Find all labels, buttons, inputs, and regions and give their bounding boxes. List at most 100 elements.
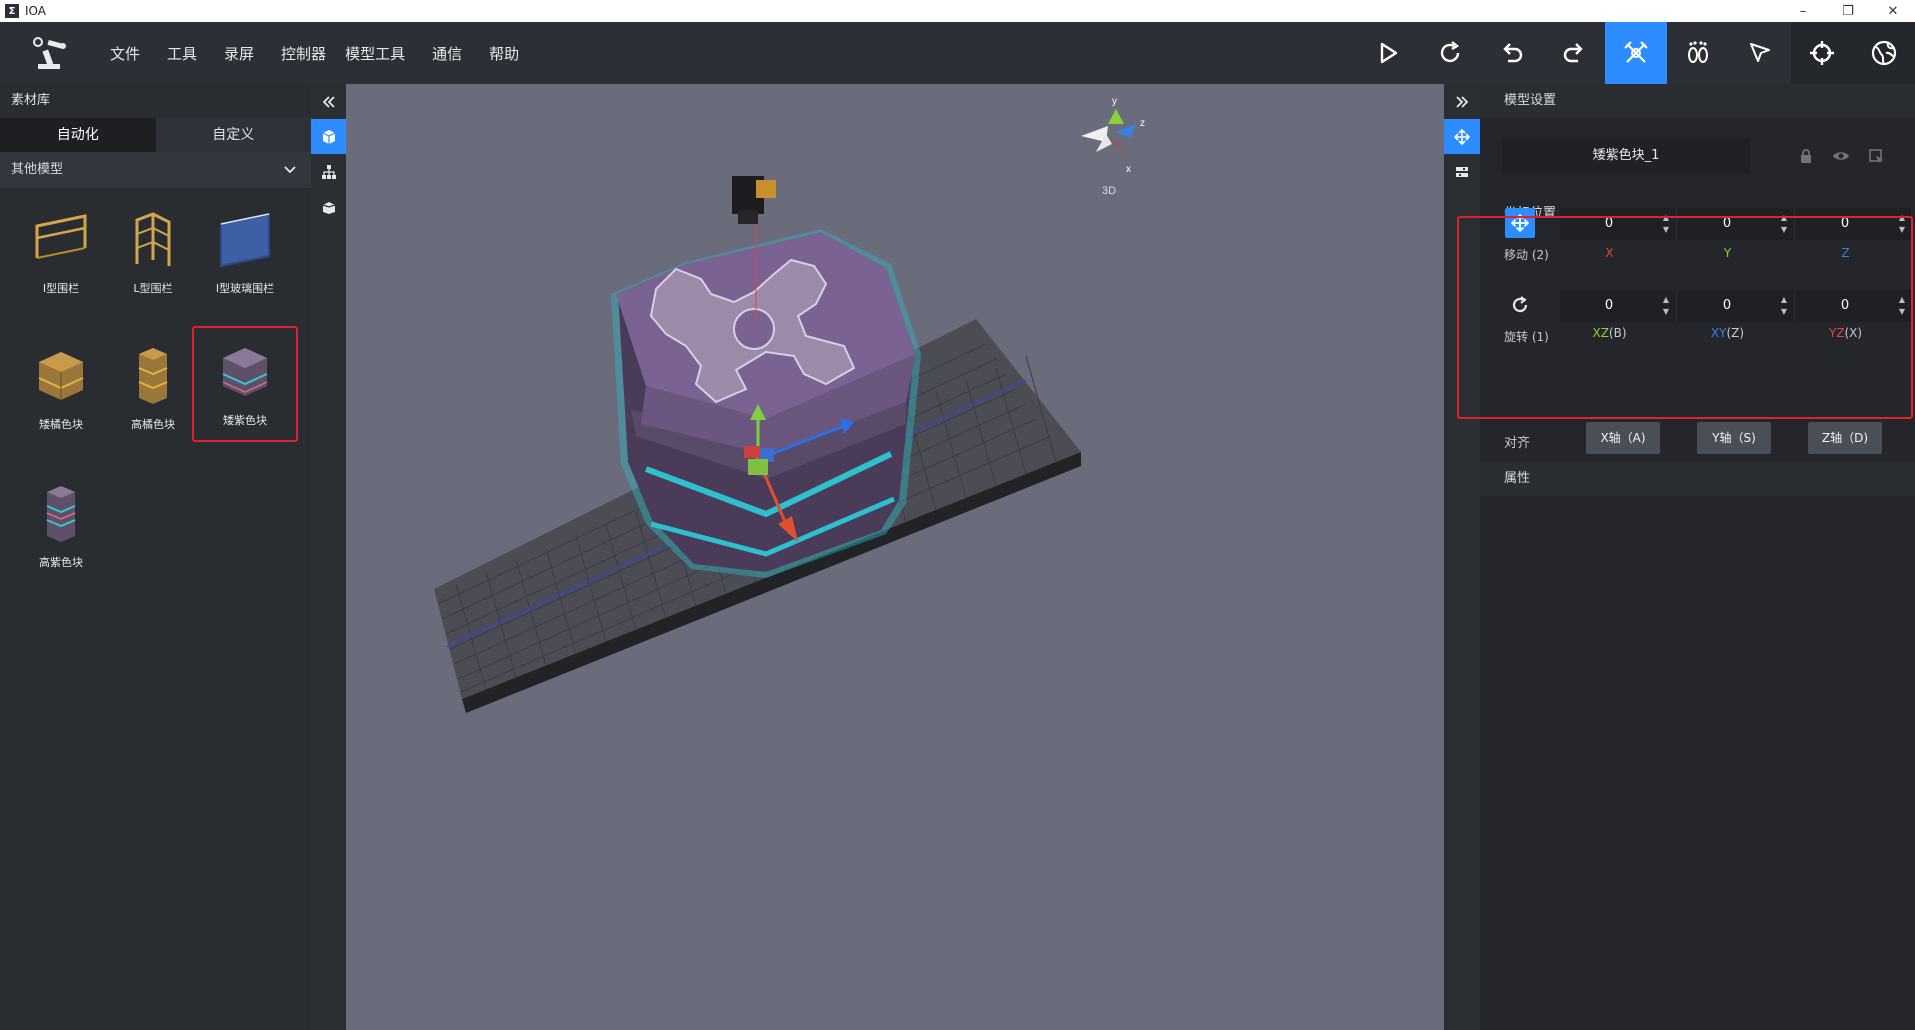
- minimize-button[interactable]: –: [1783, 0, 1823, 22]
- redo-button[interactable]: [1543, 22, 1605, 84]
- crosshair-icon: [1810, 41, 1834, 65]
- eye-icon[interactable]: [1832, 148, 1850, 164]
- asset-glass-fence[interactable]: I型玻璃围栏: [202, 196, 288, 314]
- menu-controller[interactable]: 控制器: [281, 43, 326, 64]
- menu-help[interactable]: 帮助: [489, 43, 519, 64]
- left-side-toolbar: [311, 84, 346, 1030]
- asset-tall-orange-block[interactable]: 高橘色块: [110, 332, 196, 450]
- tab-automation[interactable]: 自动化: [0, 118, 156, 152]
- ioa-logo-icon: Σ: [5, 4, 19, 18]
- model-view-button[interactable]: [311, 119, 346, 154]
- redo-icon: [1563, 43, 1583, 63]
- robot-arm-button[interactable]: [1605, 22, 1667, 84]
- align-z-button[interactable]: Z轴（D): [1808, 422, 1882, 454]
- rotate-yz-input[interactable]: 0 ▲ ▼: [1796, 290, 1911, 322]
- rotate-xy-input[interactable]: 0 ▲ ▼: [1678, 290, 1793, 322]
- transform-panel-button[interactable]: [1444, 119, 1480, 154]
- collapse-right-button[interactable]: [1444, 84, 1480, 119]
- pointer-icon: [1750, 43, 1770, 62]
- short-orange-block-icon: [38, 352, 84, 400]
- refresh-icon: [1440, 41, 1460, 63]
- asset-library-panel: 素材库 自动化 自定义 其他模型 I型围栏 L型围栏 I型玻璃围栏 矮橘色块 高…: [0, 84, 311, 1030]
- axis-x-label: X: [1605, 246, 1614, 260]
- rotate-label: 旋转 (1): [1504, 330, 1549, 344]
- rotate-xz-input[interactable]: 0 ▲ ▼: [1560, 290, 1675, 322]
- restore-button[interactable]: ❐: [1828, 0, 1868, 22]
- align-y-button[interactable]: Y轴（S): [1697, 422, 1771, 454]
- scene-canvas[interactable]: y z x 3D: [346, 84, 1444, 1030]
- crosshair-button[interactable]: [1791, 22, 1853, 84]
- attributes-title: 属性: [1480, 462, 1915, 496]
- chevron-down-icon: [284, 166, 296, 174]
- window-title: IOA: [25, 4, 46, 18]
- axis-gizmo[interactable]: y z x 3D: [1081, 96, 1145, 197]
- menu-record[interactable]: 录屏: [224, 43, 254, 64]
- move-x-input[interactable]: 0 ▲ ▼: [1560, 208, 1675, 240]
- refresh-button[interactable]: [1419, 22, 1481, 84]
- 3d-viewport[interactable]: y z x 3D: [346, 84, 1444, 1030]
- align-label: 对齐: [1504, 436, 1531, 451]
- select-box-icon[interactable]: [1868, 148, 1884, 164]
- model-name-field[interactable]: 矮紫色块_1: [1502, 138, 1750, 174]
- rotate-icon: [1512, 296, 1528, 313]
- boxes-icon: [322, 201, 335, 214]
- axis-z-label: Z: [1841, 246, 1850, 260]
- axis-yz-label: YZ(X): [1828, 326, 1863, 340]
- library-title: 素材库: [11, 93, 51, 108]
- short-purple-block-icon: [222, 348, 268, 396]
- move-y-input[interactable]: 0 ▲ ▼: [1678, 208, 1793, 240]
- axis-xy-label: XY(Z): [1710, 326, 1745, 340]
- right-side-toolbar: [1444, 84, 1480, 1030]
- axis-y-label: Y: [1723, 246, 1732, 260]
- robot-logo-icon: [33, 37, 66, 69]
- axis-xz-label: XZ(B): [1592, 326, 1627, 340]
- menu-bar: 文件 工具 录屏 控制器 模型工具 通信 帮助: [0, 22, 1915, 84]
- globe-button[interactable]: [1853, 22, 1915, 84]
- robot-arm-icon: [1624, 41, 1648, 63]
- boxes-button[interactable]: [311, 189, 346, 224]
- menu-model-tools[interactable]: 模型工具: [345, 43, 405, 64]
- tall-purple-block-icon: [46, 486, 76, 542]
- asset-short-orange-block[interactable]: 矮橘色块: [18, 332, 104, 450]
- sliders-icon: [1456, 166, 1468, 177]
- model-settings-panel: 模型设置 矮紫色块_1 坐标位置 移动 (2) 0▲▼ 0▲▼ 0▲▼ X Y …: [1480, 84, 1915, 1030]
- align-x-button[interactable]: X轴（A): [1586, 422, 1660, 454]
- rotate-mode-button[interactable]: [1505, 290, 1535, 320]
- footprint-button[interactable]: [1667, 22, 1729, 84]
- close-button[interactable]: ✕: [1873, 0, 1913, 22]
- menu-file[interactable]: 文件: [110, 43, 140, 64]
- pointer-button[interactable]: [1729, 22, 1791, 84]
- tall-orange-block-icon: [138, 348, 168, 404]
- hierarchy-button[interactable]: [311, 154, 346, 189]
- undo-button[interactable]: [1481, 22, 1543, 84]
- menu-tools[interactable]: 工具: [167, 43, 197, 64]
- settings-panel-button[interactable]: [1444, 154, 1480, 189]
- globe-icon: [1871, 40, 1897, 66]
- move-label: 移动 (2): [1504, 248, 1549, 262]
- hierarchy-icon: [321, 164, 336, 179]
- tab-custom[interactable]: 自定义: [155, 118, 311, 152]
- i-fence-icon: [35, 214, 87, 259]
- move-z-input[interactable]: 0 ▲ ▼: [1796, 208, 1911, 240]
- play-button[interactable]: [1357, 22, 1419, 84]
- gizmo-x-label: x: [1126, 164, 1131, 175]
- asset-tall-purple-block[interactable]: 高紫色块: [18, 470, 104, 588]
- view-mode-label: 3D: [1102, 185, 1116, 197]
- menu-communication[interactable]: 通信: [432, 43, 462, 64]
- double-chevron-right-icon: [1456, 95, 1469, 108]
- title-bar: Σ IOA – ❐ ✕: [0, 0, 1915, 22]
- asset-l-fence[interactable]: L型围栏: [110, 196, 196, 314]
- asset-i-fence[interactable]: I型围栏: [18, 196, 104, 314]
- category-dropdown[interactable]: 其他模型: [0, 152, 311, 188]
- category-label: 其他模型: [11, 162, 64, 177]
- play-icon: [1380, 42, 1398, 64]
- collapse-left-button[interactable]: [311, 84, 346, 119]
- asset-short-purple-block[interactable]: 矮紫色块: [192, 326, 298, 442]
- lock-icon[interactable]: [1798, 148, 1814, 164]
- move-mode-button[interactable]: [1505, 208, 1535, 238]
- double-chevron-left-icon: [322, 95, 335, 108]
- cube-icon: [322, 129, 335, 144]
- gizmo-y-label: y: [1112, 96, 1117, 107]
- undo-icon: [1503, 43, 1523, 63]
- move-icon: [1454, 128, 1470, 145]
